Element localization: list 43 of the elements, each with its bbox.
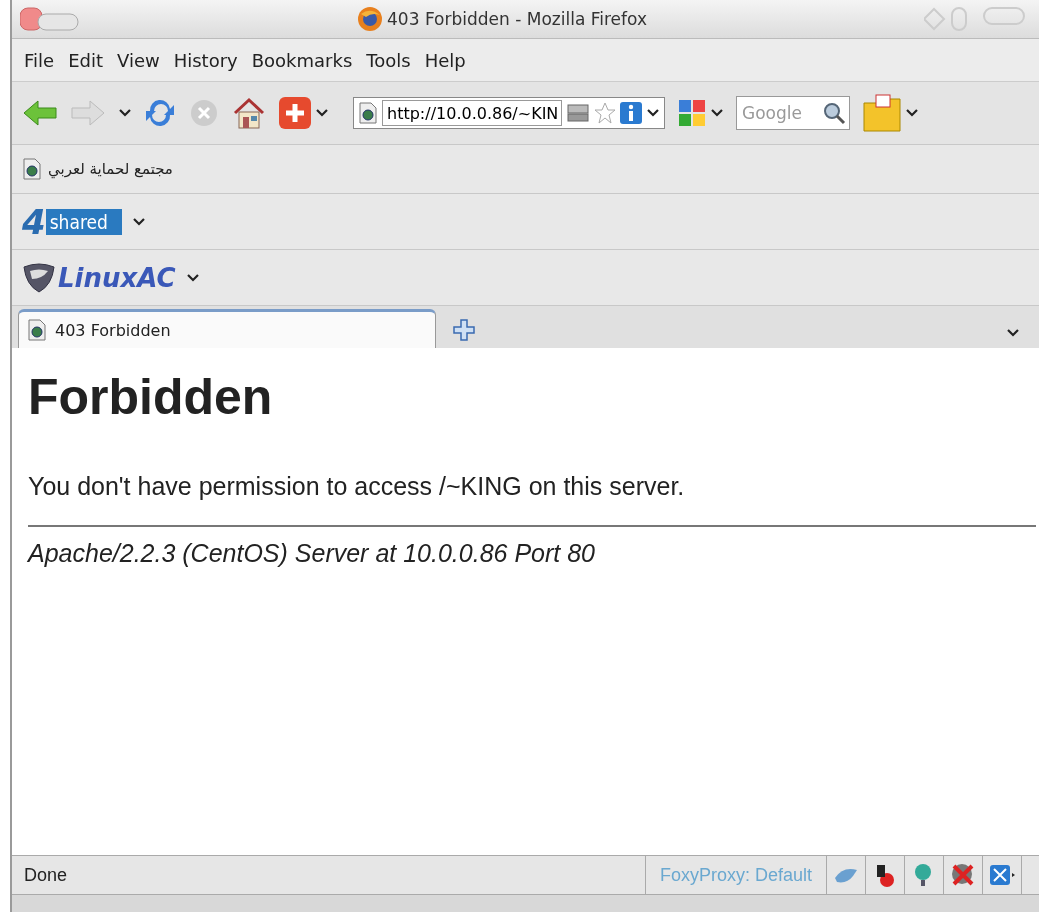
page-icon <box>358 102 378 124</box>
address-bar[interactable]: http://10.0.0.86/~KIN <box>353 97 665 129</box>
reload-icon[interactable] <box>144 97 176 129</box>
search-icon[interactable] <box>822 101 846 125</box>
menu-item[interactable]: File <box>18 45 61 75</box>
url-field[interactable]: http://10.0.0.86/~KIN <box>382 100 562 126</box>
menu-item[interactable]: Edit <box>62 45 109 75</box>
window-title: 403 Forbidden - Mozilla Firefox <box>387 9 647 29</box>
shield-icon <box>22 262 56 293</box>
blocked-icon[interactable] <box>950 862 976 888</box>
back-arrow-icon[interactable] <box>22 98 58 128</box>
search-box[interactable]: Google <box>736 96 850 130</box>
window-menu-icon[interactable] <box>989 862 1015 888</box>
firefox-logo-icon <box>357 6 384 32</box>
menu-item[interactable]: Bookmarks <box>245 45 359 75</box>
server-signature: Apache/2.2.3 (CentOS) Server at 10.0.0.86 Port 80 <box>28 539 596 568</box>
status-text: Done <box>24 864 68 886</box>
new-tab-icon[interactable] <box>452 318 476 342</box>
add-button-icon[interactable] <box>278 96 312 130</box>
close-button-icon[interactable] <box>20 4 80 34</box>
bookmark-item[interactable]: مجتمع لحماية لعربي <box>22 158 173 180</box>
home-icon[interactable] <box>232 96 266 130</box>
page-icon <box>27 319 47 341</box>
dropdown-caret-icon[interactable] <box>315 108 329 118</box>
error-message: You don't have permission to access /~KING on this server. <box>28 472 686 501</box>
menu-item[interactable]: View <box>111 45 166 75</box>
tab-list-caret-icon[interactable] <box>1006 328 1020 338</box>
toolbar-logo[interactable]: LinuxAC <box>22 262 176 293</box>
dropdown-caret-icon[interactable] <box>185 272 200 283</box>
dropdown-caret-icon[interactable] <box>905 108 919 118</box>
browser-tab[interactable]: 403 Forbidden <box>18 309 436 348</box>
menu-item[interactable]: History <box>167 45 244 75</box>
page-icon <box>22 158 42 180</box>
history-caret-icon[interactable] <box>118 108 132 118</box>
menu-item[interactable]: Tools <box>360 45 417 75</box>
dropdown-caret-icon[interactable] <box>710 108 724 118</box>
dropdown-caret-icon[interactable] <box>131 216 146 227</box>
star-icon[interactable] <box>594 102 616 124</box>
page-heading: Forbidden <box>28 368 274 426</box>
menu-item[interactable]: Help <box>418 45 472 75</box>
info-icon[interactable] <box>620 102 642 124</box>
server-icon[interactable] <box>566 103 590 123</box>
dropdown-caret-icon[interactable] <box>646 108 660 118</box>
